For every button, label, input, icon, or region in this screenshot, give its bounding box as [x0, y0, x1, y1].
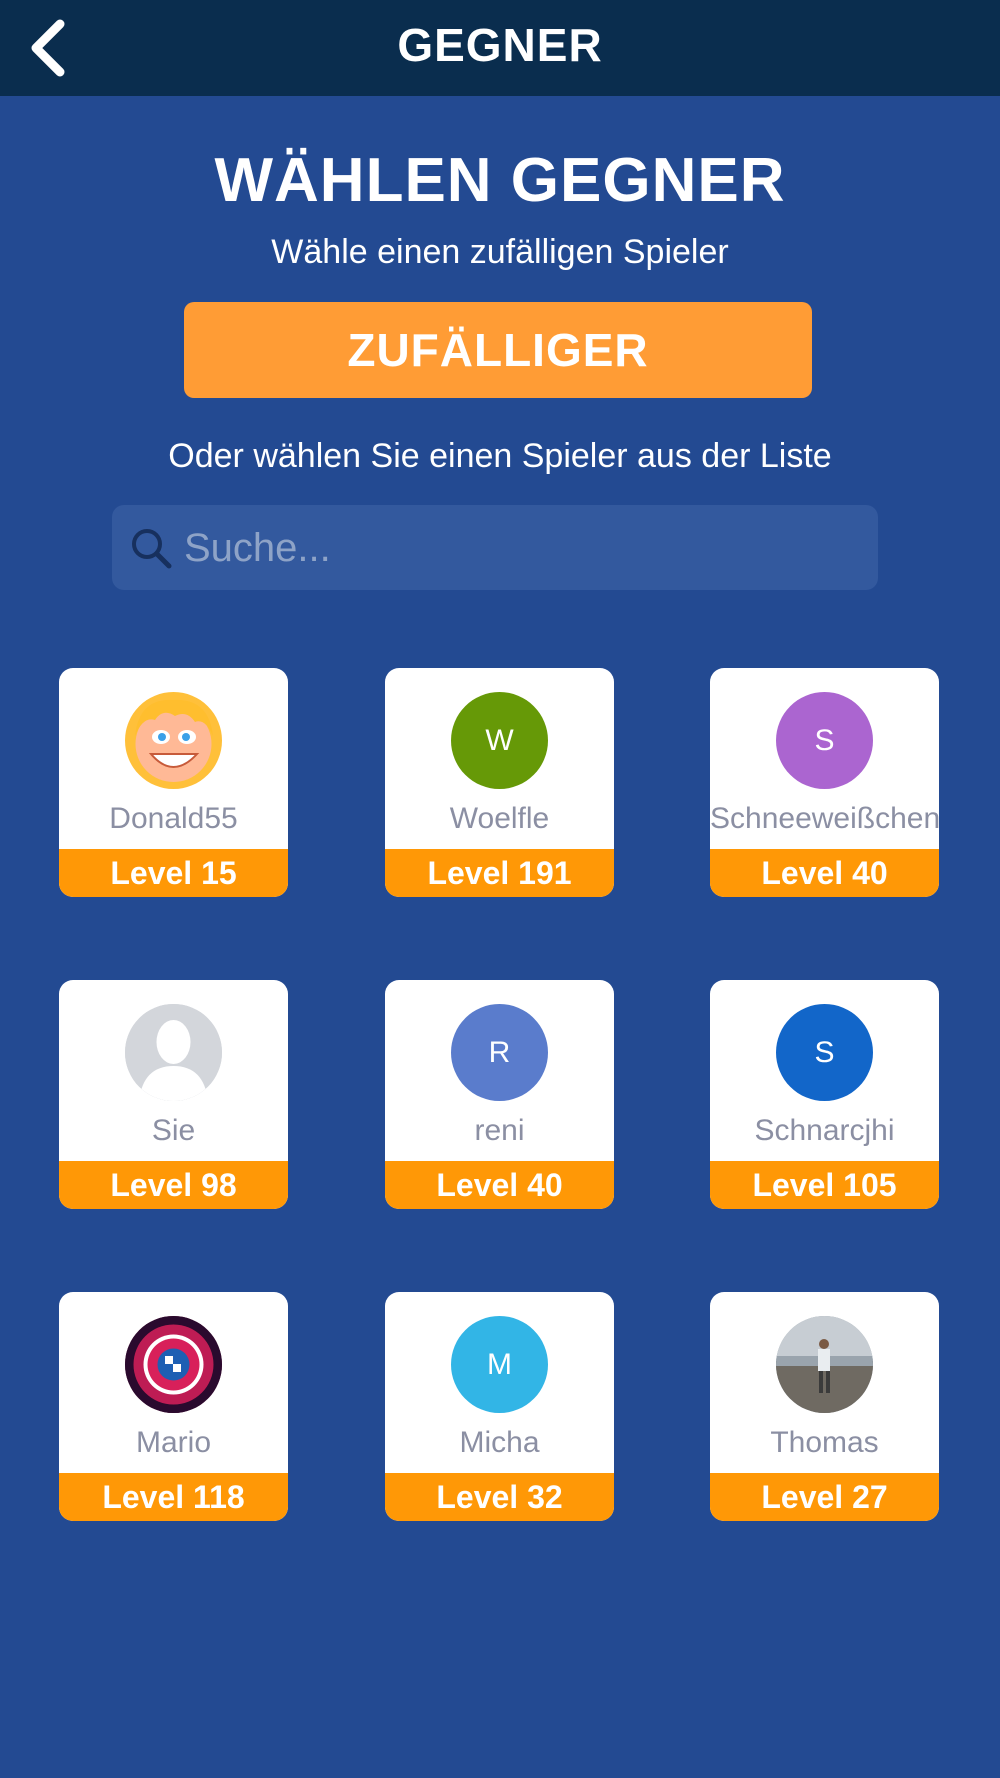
avatar [125, 1004, 222, 1101]
avatar [776, 1316, 873, 1413]
player-name: Sie [151, 1114, 196, 1147]
player-name: Thomas [770, 1426, 879, 1459]
player-name: Mario [135, 1426, 211, 1459]
avatar-initial: S [814, 1035, 835, 1069]
level-badge: Level 32 [385, 1473, 614, 1521]
player-name: Donald55 [109, 802, 238, 835]
random-opponent-button[interactable]: ZUFÄLLIGER [184, 302, 812, 398]
avatar [125, 1316, 222, 1413]
page-title: GEGNER [397, 19, 603, 71]
player-card[interactable]: Thomas Level 27 [710, 1292, 939, 1521]
avatar-initial: R [488, 1035, 511, 1069]
level-badge: Level 118 [59, 1473, 288, 1521]
level-badge: Level 40 [385, 1161, 614, 1209]
random-hint-text: Wähle einen zufälligen Spieler [271, 233, 729, 271]
avatar-initial: S [814, 723, 835, 757]
level-badge: Level 27 [710, 1473, 939, 1521]
player-name: Micha [459, 1426, 540, 1459]
avatar-initial: W [485, 723, 514, 757]
player-name: Schnarcjhi [754, 1114, 895, 1147]
player-card[interactable]: S Schneeweißchen Level 40 [710, 668, 939, 897]
avatar-initial: M [487, 1347, 512, 1381]
level-badge: Level 15 [59, 849, 288, 897]
cartoon-face-icon [135, 699, 213, 782]
avatar: R [451, 1004, 548, 1101]
player-card[interactable]: M Micha Level 32 [385, 1292, 614, 1521]
player-name: Woelfle [449, 802, 550, 835]
section-heading: WÄHLEN GEGNER [214, 146, 786, 215]
avatar: S [776, 692, 873, 789]
player-card[interactable]: Donald55 Level 15 [59, 668, 288, 897]
avatar: W [451, 692, 548, 789]
player-card[interactable]: Sie Level 98 [59, 980, 288, 1209]
top-bar: GEGNER [0, 0, 1000, 96]
user-photo-icon [776, 1316, 873, 1413]
level-badge: Level 40 [710, 849, 939, 897]
search-field[interactable] [112, 505, 878, 592]
player-card[interactable]: Mario Level 118 [59, 1292, 288, 1521]
search-icon [132, 529, 172, 569]
list-hint-text: Oder wählen Sie einen Spieler aus der Li… [168, 437, 832, 475]
level-badge: Level 191 [385, 849, 614, 897]
level-badge: Level 105 [710, 1161, 939, 1209]
player-card[interactable]: W Woelfle Level 191 [385, 668, 614, 897]
player-card[interactable]: Rreni Level 40 [385, 980, 614, 1209]
avatar [125, 692, 222, 789]
avatar: M [451, 1316, 548, 1413]
club-logo-icon [125, 1316, 222, 1413]
avatar: S [776, 1004, 873, 1101]
level-badge: Level 98 [59, 1161, 288, 1209]
player-card[interactable]: S Schnarcjhi Level 105 [710, 980, 939, 1209]
default-user-icon [125, 1004, 222, 1101]
player-name: reni [474, 1114, 525, 1147]
search-input[interactable] [182, 505, 866, 592]
player-name: Schneeweißchen [710, 802, 939, 835]
